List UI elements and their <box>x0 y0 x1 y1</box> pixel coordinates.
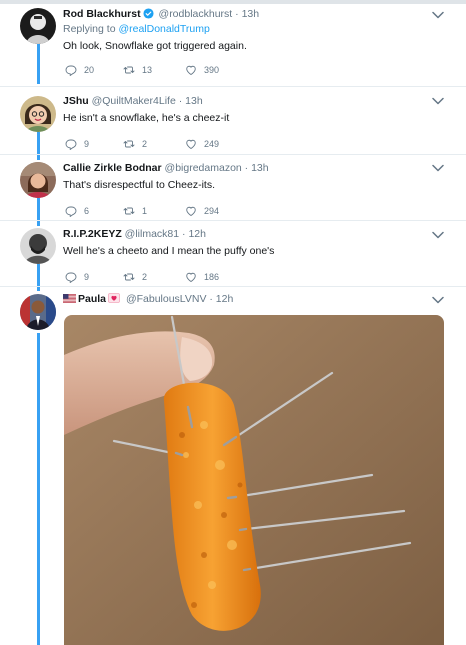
reply-button[interactable]: 9 <box>65 137 89 151</box>
avatar[interactable] <box>20 96 56 132</box>
retweet-icon <box>123 271 135 283</box>
display-name[interactable]: Paula <box>78 293 106 305</box>
reply-count: 6 <box>84 206 90 216</box>
timestamp[interactable]: 13h <box>185 95 203 107</box>
verified-badge-icon <box>143 8 154 19</box>
reply-icon <box>65 205 77 217</box>
caret-down-icon[interactable] <box>432 164 444 172</box>
retweet-icon <box>123 64 135 76</box>
display-name[interactable]: Rod Blackhurst <box>63 8 141 20</box>
retweet-count: 2 <box>142 139 148 149</box>
display-name[interactable]: R.I.P.2KEYZ <box>63 228 122 240</box>
photo-cheeto-with-pins <box>64 315 444 645</box>
reply-icon <box>65 64 77 76</box>
reply-to-link[interactable]: @realDonaldTrump <box>118 23 209 35</box>
retweet-count: 2 <box>142 272 148 282</box>
display-name[interactable]: Callie Zirkle Bodnar <box>63 162 162 174</box>
top-border <box>0 0 466 4</box>
reply-count: 9 <box>84 272 90 282</box>
like-count: 294 <box>204 206 220 216</box>
tweet[interactable]: R.I.P.2KEYZ @lilmack81 · 12h Well he's a… <box>0 226 466 288</box>
caret-down-icon[interactable] <box>432 97 444 105</box>
caret-down-icon[interactable] <box>432 11 444 19</box>
retweet-button[interactable]: 13 <box>123 63 152 77</box>
like-icon <box>185 271 197 283</box>
us-flag-icon <box>63 294 76 303</box>
divider <box>0 220 466 221</box>
timestamp[interactable]: 12h <box>216 293 234 305</box>
tweet-text: Well he's a cheeto and I mean the puffy … <box>63 245 275 257</box>
avatar[interactable] <box>20 294 56 330</box>
timestamp[interactable]: 13h <box>251 162 269 174</box>
tweet[interactable]: JShu @QuiltMaker4Life · 13h He isn't a s… <box>0 92 466 154</box>
tweet-actions: 9 2 186 <box>63 270 436 284</box>
tweet[interactable]: Callie Zirkle Bodnar @bigredamazon · 13h… <box>0 159 466 221</box>
separator: · <box>244 162 249 174</box>
like-button[interactable]: 390 <box>185 63 219 77</box>
replying-to: Replying to @realDonaldTrump <box>63 22 436 36</box>
tweet-text: He isn't a snowflake, he's a cheez-it <box>63 112 230 124</box>
separator: · <box>235 8 239 20</box>
caret-down-icon[interactable] <box>432 296 444 304</box>
handle[interactable]: @FabulousLVNV <box>126 293 207 305</box>
reply-button[interactable]: 20 <box>65 63 94 77</box>
like-button[interactable]: 294 <box>185 204 219 218</box>
retweet-count: 1 <box>142 206 148 216</box>
handle[interactable]: @rodblackhurst <box>159 8 233 20</box>
display-name[interactable]: JShu <box>63 95 89 107</box>
tweet-text: That's disrespectful to Cheez-its. <box>63 179 215 191</box>
timestamp[interactable]: 13h <box>242 8 260 20</box>
avatar[interactable] <box>20 162 56 198</box>
like-icon <box>185 138 197 150</box>
tweet-photo[interactable] <box>64 315 444 645</box>
like-count: 249 <box>204 139 220 149</box>
retweet-icon <box>123 138 135 150</box>
reply-icon <box>65 271 77 283</box>
caret-down-icon[interactable] <box>432 231 444 239</box>
reply-button[interactable]: 6 <box>65 204 89 218</box>
separator: · <box>182 228 186 240</box>
like-icon <box>185 64 197 76</box>
like-button[interactable]: 186 <box>185 270 219 284</box>
divider <box>0 86 466 87</box>
divider <box>0 154 466 155</box>
reply-button[interactable]: 9 <box>65 270 89 284</box>
reply-icon <box>65 138 77 150</box>
retweet-count: 13 <box>142 65 153 75</box>
reply-count: 20 <box>84 65 95 75</box>
heart-emoji-icon <box>108 293 120 303</box>
replying-to-label: Replying to <box>63 23 116 35</box>
tweet[interactable]: Rod Blackhurst @rodblackhurst · 13h Repl… <box>0 6 466 86</box>
reply-count: 9 <box>84 139 90 149</box>
tweet-actions: 6 1 294 <box>63 204 436 218</box>
divider <box>0 286 466 287</box>
like-count: 390 <box>204 65 220 75</box>
separator: · <box>178 95 183 107</box>
tweet-actions: 9 2 249 <box>63 137 436 151</box>
avatar[interactable] <box>20 8 56 44</box>
retweet-button[interactable]: 2 <box>123 137 147 151</box>
retweet-button[interactable]: 2 <box>123 270 147 284</box>
avatar[interactable] <box>20 228 56 264</box>
timestamp[interactable]: 12h <box>188 228 206 240</box>
handle[interactable]: @lilmack81 <box>125 228 179 240</box>
tweet-actions: 20 13 390 <box>63 63 436 77</box>
retweet-icon <box>123 205 135 217</box>
separator: · <box>209 293 213 305</box>
handle[interactable]: @QuiltMaker4Life <box>92 95 176 107</box>
like-count: 186 <box>204 272 220 282</box>
like-button[interactable]: 249 <box>185 137 219 151</box>
retweet-button[interactable]: 1 <box>123 204 147 218</box>
tweet-text: Oh look, Snowflake got triggered again. <box>63 40 247 52</box>
handle[interactable]: @bigredamazon <box>165 162 242 174</box>
like-icon <box>185 205 197 217</box>
